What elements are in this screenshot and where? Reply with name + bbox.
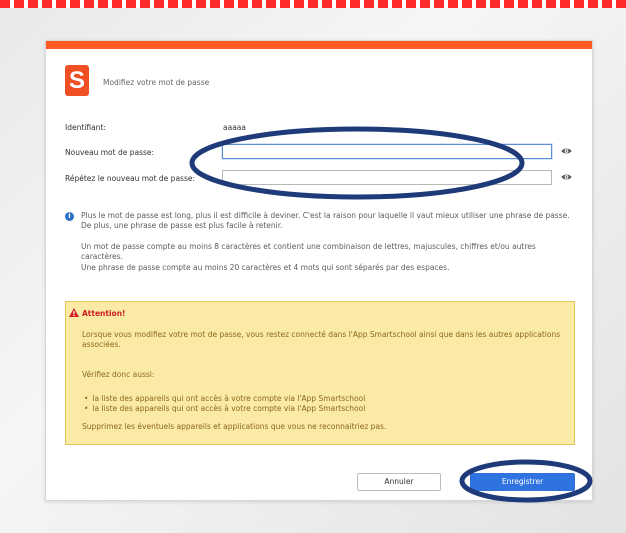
identifier-value: aaaaa [223,123,246,132]
show-password-eye-icon[interactable] [561,147,572,155]
warning-box: Attention! Lorsque vous modifiez votre m… [65,301,575,445]
info-icon: i [65,212,74,221]
identifier-label: Identifiant: [65,123,106,132]
repeat-password-input[interactable] [222,170,552,185]
warning-list-item-text: la liste des appareils qui ont accès à v… [92,404,366,413]
warning-list: la liste des appareils qui ont accès à v… [84,394,365,414]
warning-paragraph-3: Supprimez les éventuels appareils et app… [82,422,387,431]
repeat-password-label: Répétez le nouveau mot de passe: [65,174,195,183]
warning-paragraph-2: Vérifiez donc aussi: [82,370,155,379]
top-annotation-strip [0,0,626,8]
cancel-button[interactable]: Annuler [357,473,441,491]
info-paragraph-2: Un mot de passe compte au moins 8 caract… [81,242,536,261]
warning-list-item: la liste des appareils qui ont accès à v… [84,404,365,414]
save-button[interactable]: Enregistrer [470,473,575,491]
warning-title: Attention! [82,309,126,318]
info-paragraph-3: Une phrase de passe compte au moins 20 c… [81,263,450,272]
new-password-label: Nouveau mot de passe: [65,148,155,157]
change-password-dialog: S Modifiez votre mot de passe Identifian… [45,40,593,501]
new-password-input[interactable] [222,144,552,159]
warning-paragraph-1: Lorsque vous modifiez votre mot de passe… [82,330,561,349]
show-repeat-password-eye-icon[interactable] [561,173,572,181]
warning-list-item: la liste des appareils qui ont accès à v… [84,394,365,404]
warning-list-item-text: la liste des appareils qui ont accès à v… [92,394,366,403]
dialog-accent-bar [46,41,592,49]
dialog-title: Modifiez votre mot de passe [103,78,210,87]
info-paragraph-1: Plus le mot de passe est long, plus il e… [81,211,570,230]
warning-triangle-icon [69,308,79,317]
smartschool-logo: S [65,65,89,96]
